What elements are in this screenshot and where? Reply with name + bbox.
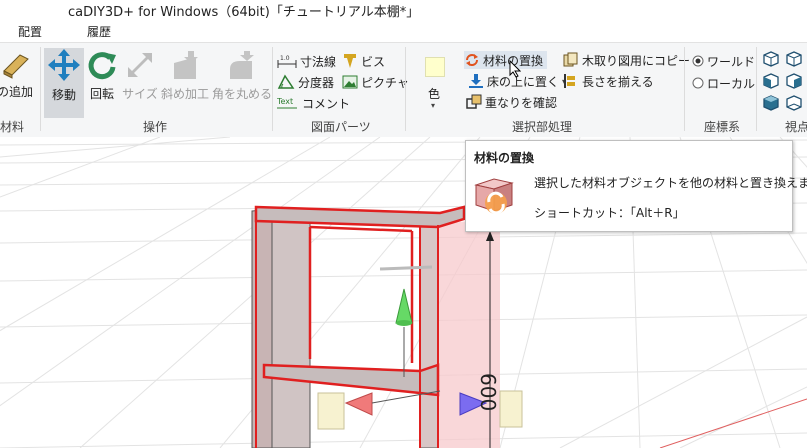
group-separator (40, 47, 41, 131)
protractor-icon (277, 74, 295, 89)
cube-view-icon (763, 51, 779, 67)
protractor-button[interactable]: 分度器 (277, 73, 334, 91)
picture-icon (342, 75, 358, 89)
radio-unselected-icon (692, 77, 704, 89)
round-corner-icon (230, 51, 254, 79)
window-title: caDIY3D+ for Windows（64bit)「チュートリアル本棚*」 (68, 5, 420, 20)
copy-to-cutting-button[interactable]: 木取り図用にコピー (563, 51, 690, 69)
bevel-button[interactable]: 斜め加工 (160, 49, 210, 113)
move-button[interactable]: 移動 (44, 48, 84, 118)
check-overlap-label: 重なりを確認 (485, 95, 558, 110)
cube-view-icon (763, 95, 779, 111)
group-label-drawing: 図面パーツ (311, 120, 371, 134)
rotate-icon (88, 52, 116, 80)
align-length-icon (564, 74, 575, 88)
tooltip-title: 材料の置換 (474, 151, 535, 165)
group-label-operation: 操作 (143, 120, 168, 134)
text-comment-icon: Text (277, 97, 297, 109)
chevron-down-icon: ▾ (431, 101, 436, 110)
cube-view-icon (786, 73, 802, 89)
replace-material-icon (474, 178, 514, 215)
place-on-floor-label: 床の上に置く (487, 74, 560, 89)
view-right-button[interactable] (786, 73, 802, 92)
tooltip-description: 選択した材料オブジェクトを他の材料と置き換えます。 (534, 176, 807, 190)
radio-local[interactable]: ローカル (692, 74, 755, 92)
view-front-button[interactable] (763, 51, 779, 70)
size-button[interactable]: サイズ (120, 49, 160, 113)
radio-local-label: ローカル (707, 76, 756, 91)
replace-material-tooltip: 材料の置換 選択した材料オブジェクトを他の材料と置き換えます。 ショートカット：… (465, 140, 807, 232)
screw-icon (344, 54, 356, 68)
group-separator (684, 47, 685, 131)
color-label: 色 (428, 87, 441, 101)
group-separator (272, 47, 273, 131)
radio-world-label: ワールド (707, 54, 756, 69)
resize-icon (128, 53, 152, 77)
add-material-label: の追加 (0, 85, 33, 99)
bevel-label: 斜め加工 (160, 87, 209, 101)
group-label-selection: 選択部処理 (512, 120, 573, 134)
cube-view-icon (786, 51, 802, 67)
replace-cycle-icon (466, 54, 478, 66)
material-plank-icon (3, 54, 29, 79)
cube-view-icon (763, 73, 779, 89)
rotate-label: 回転 (89, 87, 114, 101)
add-material-button[interactable]: の追加 (0, 49, 38, 113)
dimension-line-icon: 1.0 (277, 55, 297, 68)
group-label-view: 視点 (785, 120, 807, 134)
color-swatch (425, 57, 445, 77)
protractor-label: 分度器 (298, 75, 335, 90)
view-top-button[interactable] (763, 95, 779, 114)
comment-label: コメント (302, 96, 351, 111)
svg-text:1.0: 1.0 (280, 55, 290, 62)
screw-button[interactable]: ビス (342, 52, 385, 70)
bevel-cut-icon (174, 51, 198, 79)
size-label: サイズ (122, 87, 158, 101)
copy-sheet-icon (563, 52, 578, 67)
tooltip-shortcut: ショートカット：「Alt＋R」 (534, 206, 685, 220)
ribbon: の追加 材料 移動 回転 サイズ 斜め加工 角を丸める 操作 1.0 寸法線 ビ… (0, 42, 807, 138)
cube-view-icon (786, 95, 802, 111)
group-label-material: 材料 (0, 120, 25, 134)
radio-world[interactable]: ワールド (692, 52, 755, 70)
align-length-button[interactable]: 長さを揃える (563, 72, 654, 90)
svg-text:Text: Text (277, 97, 293, 106)
check-overlap-button[interactable]: 重なりを確認 (466, 93, 557, 111)
picture-button[interactable]: ピクチャ (342, 73, 409, 91)
round-corner-button[interactable]: 角を丸める (212, 49, 273, 113)
comment-button[interactable]: Text コメント (277, 94, 350, 112)
screw-label: ビス (361, 54, 386, 69)
round-corner-label: 角を丸める (212, 87, 273, 101)
view-bottom-button[interactable] (786, 95, 802, 114)
rotate-button[interactable]: 回転 (84, 49, 120, 113)
mouse-cursor-icon (509, 60, 521, 78)
picture-label: ピクチャ (361, 75, 409, 90)
replace-material-button[interactable]: 材料の置換 (464, 51, 548, 69)
menu-placement[interactable]: 配置 (18, 23, 42, 40)
group-separator (405, 47, 406, 131)
dimension-line-button[interactable]: 1.0 寸法線 (277, 52, 336, 70)
radio-selected-icon (692, 55, 704, 67)
down-arrow-floor-icon (469, 74, 483, 88)
view-left-button[interactable] (763, 73, 779, 92)
copy-to-cutting-label: 木取り図用にコピー (582, 53, 691, 68)
menu-history[interactable]: 履歴 (87, 23, 111, 40)
menu-bar: 配置 履歴 (0, 20, 807, 42)
move-arrows-icon (48, 49, 80, 81)
overlap-icon (466, 94, 482, 109)
title-bar: caDIY3D+ for Windows（64bit)「チュートリアル本棚*」 (0, 0, 807, 20)
view-back-button[interactable] (786, 51, 802, 70)
dimension-line-label: 寸法線 (300, 54, 337, 69)
color-button[interactable]: 色 ▾ (416, 51, 454, 113)
group-label-coord: 座標系 (704, 120, 741, 134)
group-separator (756, 47, 757, 131)
align-length-label: 長さを揃える (582, 74, 654, 89)
move-label: 移動 (51, 88, 76, 102)
x-axis-line (659, 398, 807, 448)
dimension-text: 600 (476, 373, 500, 411)
